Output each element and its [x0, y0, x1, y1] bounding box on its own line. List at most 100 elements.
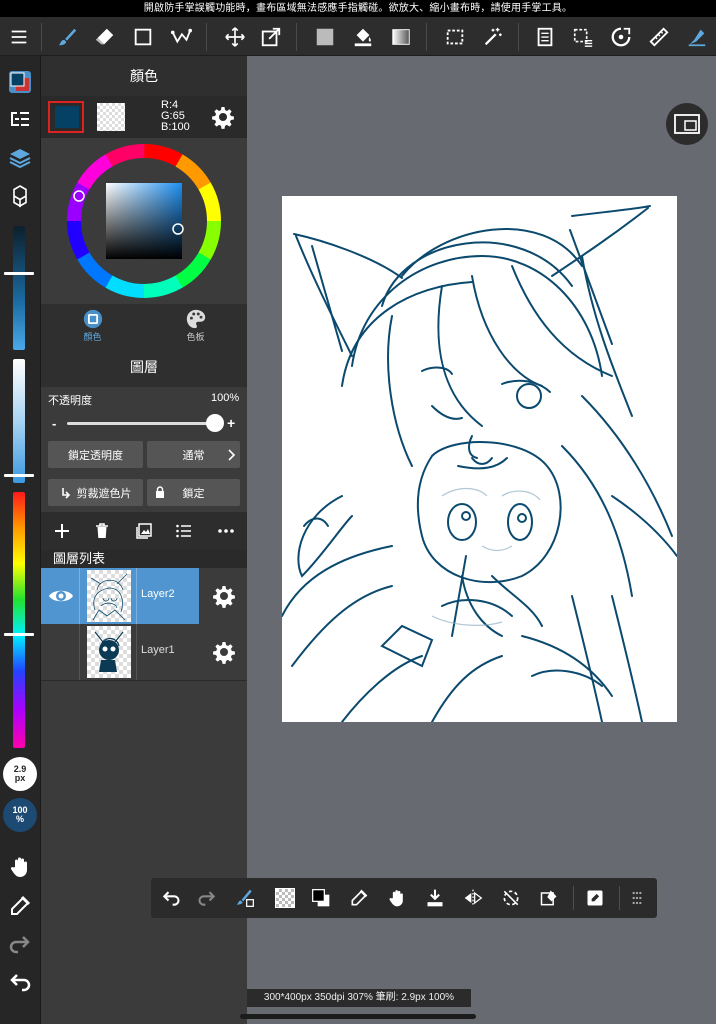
transform-tool-icon[interactable]: [256, 22, 286, 52]
visibility-eye-icon[interactable]: [47, 584, 75, 608]
brush-size-slider-thumb[interactable]: [4, 272, 34, 275]
layer1-thumbnail: [87, 626, 131, 678]
edit-icon[interactable]: [581, 884, 609, 912]
magic-wand-icon[interactable]: [478, 22, 508, 52]
brush-opacity-unit: %: [15, 814, 24, 824]
palm-rejection-banner: 開啟防手掌誤觸功能時，畫布區域無法感應手指觸碰。欲放大、縮小畫布時，請使用手掌工…: [0, 0, 716, 17]
add-layer-icon[interactable]: [49, 518, 75, 544]
undo-icon[interactable]: [157, 884, 185, 912]
blend-mode-value: 通常: [182, 449, 205, 462]
color-wheel[interactable]: [41, 138, 247, 304]
brush-eraser-toggle-icon[interactable]: [231, 884, 259, 912]
tab-palette[interactable]: 色板: [144, 304, 247, 347]
menu-icon[interactable]: [4, 22, 34, 52]
layer-row-layer2[interactable]: Layer2: [41, 568, 247, 624]
fill-shape-tool-icon[interactable]: [166, 22, 196, 52]
swap-colors-icon[interactable]: [307, 884, 335, 912]
clipping-button[interactable]: 剪裁遮色片: [48, 479, 143, 506]
layers-panel-icon[interactable]: [4, 142, 36, 174]
main-color-swatch[interactable]: [48, 101, 84, 133]
tab-palette-label: 色板: [186, 332, 205, 342]
layer-image-icon[interactable]: [131, 518, 157, 544]
hand-tool-icon[interactable]: [4, 851, 36, 883]
layer2-settings-gear-icon[interactable]: [212, 584, 236, 608]
eyedropper-icon[interactable]: [345, 884, 373, 912]
bucket-tool-icon[interactable]: [348, 22, 378, 52]
shape-tool-icon[interactable]: [128, 22, 158, 52]
color-wheel-area: [41, 138, 247, 304]
app-root: 開啟防手掌誤觸功能時，畫布區域無法感應手指觸碰。欲放大、縮小畫布時，請使用手掌工…: [0, 0, 716, 1024]
toolbar-separator: [518, 23, 519, 51]
brush-tool-icon[interactable]: [52, 22, 82, 52]
toolbar-separator: [206, 23, 207, 51]
undo-icon[interactable]: [4, 966, 36, 998]
transparent-color-icon[interactable]: [271, 884, 299, 912]
layer-divider: [136, 624, 137, 680]
hand-tool-icon[interactable]: [383, 884, 411, 912]
opacity-plus-button[interactable]: +: [227, 415, 235, 431]
opacity-slider-knob[interactable]: [206, 414, 224, 432]
color-settings-gear-icon[interactable]: [211, 105, 235, 129]
fill-color-tool-icon[interactable]: [310, 22, 340, 52]
opacity-slider-track[interactable]: [67, 422, 215, 425]
eyedropper-icon[interactable]: [4, 890, 36, 922]
layer-menu-icon[interactable]: [530, 22, 560, 52]
layer-row-layer1[interactable]: Layer1: [41, 624, 247, 680]
banner-text: 開啟防手掌誤觸功能時，畫布區域無法感應手指觸碰。欲放大、縮小畫布時，請使用手掌工…: [143, 3, 573, 14]
drag-handle-icon[interactable]: [623, 884, 651, 912]
rgb-b: B:100: [161, 121, 190, 133]
sketch-line-art: [282, 205, 677, 722]
layer-divider: [79, 568, 80, 624]
redo-icon[interactable]: [193, 884, 221, 912]
ruler-icon[interactable]: [644, 22, 674, 52]
reset-rotation-icon[interactable]: [497, 884, 525, 912]
status-bar: 300*400px 350dpi 307% 筆刷: 2.9px 100%: [247, 989, 471, 1007]
palette-icon: [186, 309, 205, 329]
delete-layer-icon[interactable]: [89, 518, 115, 544]
lock-layer-button[interactable]: 鎖定: [147, 479, 240, 506]
save-download-icon[interactable]: [421, 884, 449, 912]
color-panel-icon[interactable]: [4, 66, 36, 98]
hue-slider-thumb[interactable]: [4, 633, 34, 636]
layer-divider: [79, 624, 80, 680]
clear-layer-icon[interactable]: [535, 884, 563, 912]
brush-opacity-badge[interactable]: 100 %: [3, 798, 37, 832]
layer-tree-icon[interactable]: [4, 104, 36, 136]
redo-icon[interactable]: [4, 928, 36, 960]
drawing-canvas[interactable]: [282, 196, 677, 722]
value-slider[interactable]: [13, 359, 25, 483]
move-tool-icon[interactable]: [220, 22, 250, 52]
layer-list-icon[interactable]: [171, 518, 197, 544]
navigator-icon: [674, 114, 700, 134]
color-tab-icon: [83, 309, 102, 329]
layer-list-end-divider: [41, 680, 247, 681]
color-tabs: 顏色 色板: [41, 304, 247, 347]
rotate-canvas-icon[interactable]: [606, 22, 636, 52]
brush-size-badge[interactable]: 2.9 px: [3, 757, 37, 791]
top-toolbar: [0, 17, 716, 56]
material-panel-icon[interactable]: [4, 180, 36, 212]
blend-mode-select[interactable]: 通常: [147, 441, 240, 468]
select-tool-icon[interactable]: [440, 22, 470, 52]
brush-size-unit: px: [14, 773, 26, 783]
sub-color-swatch[interactable]: [97, 103, 125, 131]
value-slider-thumb[interactable]: [4, 474, 34, 477]
more-options-icon[interactable]: [213, 518, 239, 544]
flip-horizontal-icon[interactable]: [459, 884, 487, 912]
eraser-tool-icon[interactable]: [90, 22, 120, 52]
layer1-settings-gear-icon[interactable]: [212, 640, 236, 664]
material-icon[interactable]: [682, 22, 712, 52]
brush-size-slider[interactable]: [13, 226, 25, 350]
navigator-toggle-button[interactable]: [666, 103, 708, 145]
opacity-minus-button[interactable]: -: [52, 416, 56, 431]
rgb-readout: R:4 G:65 B:100: [161, 100, 190, 133]
home-indicator: [240, 1014, 476, 1019]
left-sidebar: 2.9 px 100 %: [0, 56, 41, 1024]
tab-color[interactable]: 顏色: [41, 304, 144, 347]
gradient-tool-icon[interactable]: [386, 22, 416, 52]
selection-menu-icon[interactable]: [568, 22, 598, 52]
color-panel-title: 顏色: [41, 56, 247, 96]
main-color-fill: [55, 106, 79, 128]
lock-alpha-button[interactable]: 鎖定透明度: [48, 441, 143, 468]
hue-slider[interactable]: [13, 492, 25, 748]
